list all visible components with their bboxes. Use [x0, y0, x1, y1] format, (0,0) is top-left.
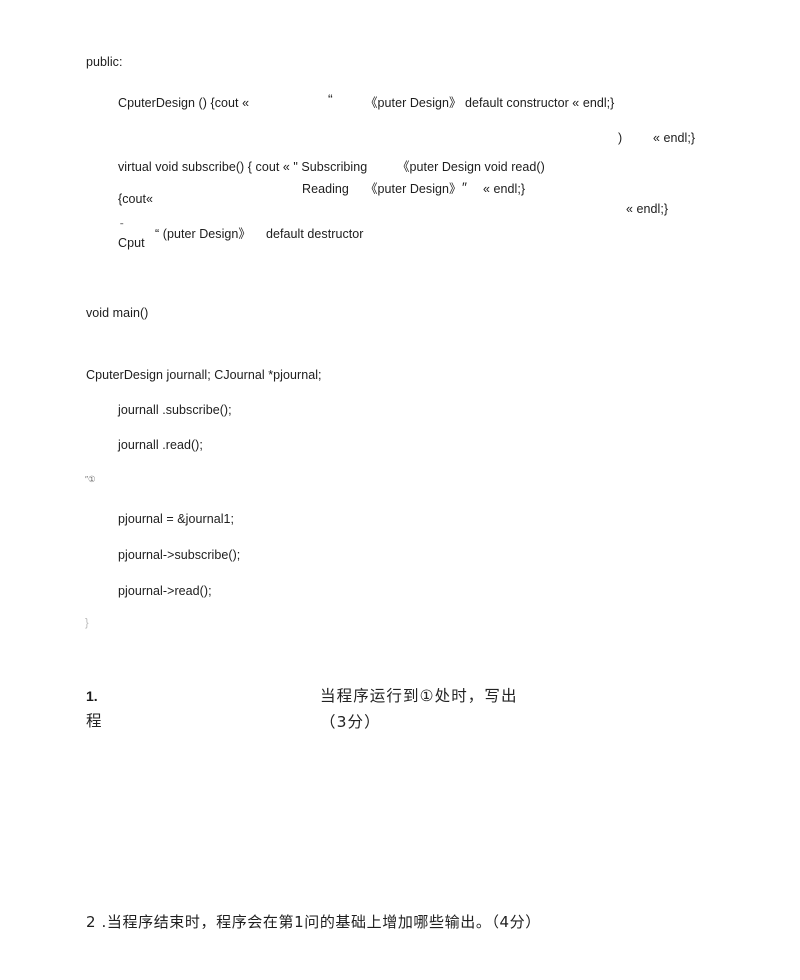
variable-declarations: CputerDesign journall; CJournal *pjourna… — [86, 368, 322, 382]
statement-pointer-read: pjournal->read(); — [118, 584, 212, 598]
destructor-name: Cput — [118, 236, 145, 250]
main-signature: void main() — [86, 306, 149, 320]
document-page: public: CputerDesign () {cout « “ 《puter… — [0, 0, 800, 980]
statement-read-call: journall .read(); — [118, 438, 203, 452]
question-2-number: 2 . — [86, 913, 107, 931]
circled-marker-one: ″① — [85, 474, 96, 484]
cout-fragment: {cout« — [118, 192, 154, 206]
destructor-tilde-icon: ˉ — [120, 222, 124, 234]
subscribe-method-declaration: virtual void subscribe() { cout « " Subs… — [118, 160, 368, 174]
destructor-tail-text: default destructor — [266, 227, 364, 241]
reading-close-quote: ″ — [462, 179, 468, 195]
question-1-number: 1. — [86, 688, 98, 704]
constructor-open-quote: “ — [328, 91, 333, 107]
constructor-title-text: 《puter Design》 — [365, 96, 462, 110]
main-closing-brace: } — [85, 617, 89, 629]
question-2-text: 当程序结束时，程序会在第1问的基础上增加哪些输出。 — [106, 913, 492, 931]
statement-pointer-assign: pjournal = &journal1; — [118, 512, 235, 526]
question-2-line: 2 .当程序结束时，程序会在第1问的基础上增加哪些输出。（4分） — [86, 913, 541, 931]
question-1-points: （3分） — [320, 713, 381, 731]
stray-endl-fragment-1: « endl;} — [653, 131, 696, 145]
stray-endl-fragment-2: « endl;} — [626, 202, 669, 216]
reading-word: Reading — [302, 182, 349, 196]
question-1-continuation-char: 程 — [86, 712, 103, 730]
stray-closing-paren: ) — [618, 131, 623, 145]
question-2-points: （4分） — [491, 913, 541, 931]
reading-title-text: 《puter Design》 — [365, 182, 462, 196]
reading-endl-fragment: « endl;} — [483, 182, 526, 196]
access-specifier-public: public: — [86, 55, 123, 69]
statement-subscribe-call: journall .subscribe(); — [118, 403, 232, 417]
constructor-declaration: CputerDesign () {cout « — [118, 96, 250, 110]
destructor-quote-title: “ (puter Design》 — [155, 227, 251, 241]
statement-pointer-subscribe: pjournal->subscribe(); — [118, 548, 241, 562]
subscribe-title-fragment: 《puter Design void read() — [397, 160, 545, 174]
constructor-tail-text: default constructor « endl;} — [465, 96, 615, 110]
question-1-text: 当程序运行到①处时，写出 — [320, 687, 518, 705]
